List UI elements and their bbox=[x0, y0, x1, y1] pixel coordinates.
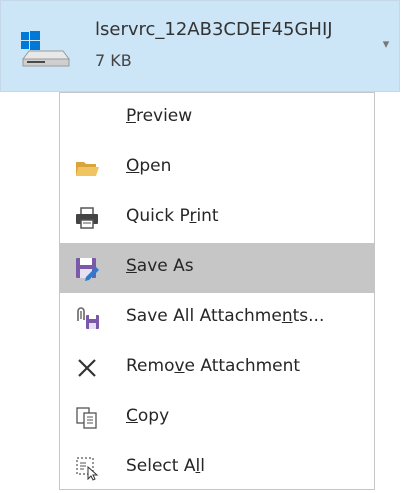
windows-drive-file-icon bbox=[19, 29, 73, 69]
menu-item-save-as[interactable]: Save As bbox=[60, 243, 374, 293]
remove-x-icon bbox=[74, 355, 100, 381]
printer-icon bbox=[74, 205, 100, 231]
menu-item-open[interactable]: Open bbox=[60, 143, 374, 193]
menu-item-label: Copy bbox=[126, 406, 170, 426]
attachment-context-menu: Preview Open Quick Print Save As Save Al… bbox=[59, 92, 375, 490]
menu-item-select-all[interactable]: Select All bbox=[60, 443, 374, 493]
menu-item-label: Save All Attachments... bbox=[126, 306, 325, 326]
menu-item-label: Save As bbox=[126, 256, 194, 276]
chevron-down-icon[interactable]: ▾ bbox=[378, 37, 394, 53]
save-all-attachments-icon bbox=[74, 305, 100, 331]
copy-icon bbox=[74, 405, 100, 431]
menu-item-label: Select All bbox=[126, 456, 205, 476]
save-as-icon bbox=[74, 255, 100, 281]
attachment-header[interactable]: lservrc_12AB3CDEF45GHIJ 7 KB ▾ bbox=[0, 0, 400, 92]
attachment-name: lservrc_12AB3CDEF45GHIJ bbox=[95, 19, 333, 40]
menu-item-preview[interactable]: Preview bbox=[60, 93, 374, 143]
menu-item-remove-attachment[interactable]: Remove Attachment bbox=[60, 343, 374, 393]
menu-item-save-all-attachments[interactable]: Save All Attachments... bbox=[60, 293, 374, 343]
menu-item-label: Remove Attachment bbox=[126, 356, 301, 376]
menu-item-label: Preview bbox=[126, 106, 193, 126]
menu-item-quick-print[interactable]: Quick Print bbox=[60, 193, 374, 243]
menu-item-label: Open bbox=[126, 156, 172, 176]
select-all-icon bbox=[74, 455, 100, 481]
menu-item-copy[interactable]: Copy bbox=[60, 393, 374, 443]
folder-icon bbox=[74, 155, 100, 181]
attachment-size: 7 KB bbox=[95, 51, 132, 70]
menu-item-label: Quick Print bbox=[126, 206, 219, 226]
